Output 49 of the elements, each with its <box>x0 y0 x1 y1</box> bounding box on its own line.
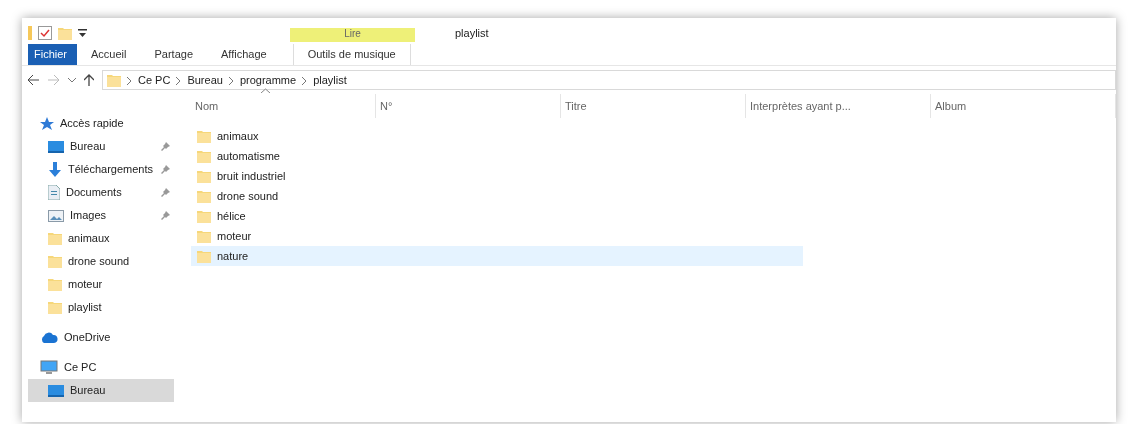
chevron-down-icon[interactable] <box>68 77 76 83</box>
file-row[interactable]: drone sound <box>191 186 803 206</box>
sidebar-item[interactable]: Documents <box>28 181 174 204</box>
breadcrumb-item[interactable]: playlist <box>313 71 347 89</box>
sidebar-item[interactable]: animaux <box>28 227 174 250</box>
sidebar-item[interactable]: drone sound <box>28 250 174 273</box>
up-arrow-icon[interactable] <box>84 74 94 86</box>
sidebar-item[interactable]: Bureau <box>28 379 174 402</box>
file-row[interactable]: hélice <box>191 206 803 226</box>
address-bar[interactable]: Ce PC Bureau programme playlist <box>102 70 1116 90</box>
sidebar-item[interactable]: OneDrive <box>28 326 174 349</box>
sidebar-item[interactable]: moteur <box>28 273 174 296</box>
ribbon-tab[interactable]: Accueil <box>77 44 141 65</box>
image-icon <box>48 209 64 222</box>
desktop-icon <box>48 140 64 153</box>
sidebar-item[interactable]: Images <box>28 204 174 227</box>
dropdown-icon[interactable] <box>78 28 87 38</box>
column-header[interactable]: Interprètes ayant p... <box>746 94 931 118</box>
ribbon-tab[interactable]: Partage <box>140 44 207 65</box>
document-icon <box>48 185 60 200</box>
sidebar-item[interactable]: Ce PC <box>28 356 174 379</box>
sidebar-item[interactable]: Accès rapide <box>28 112 174 135</box>
back-arrow-icon[interactable] <box>28 75 40 85</box>
column-header[interactable]: Album <box>931 94 1116 118</box>
star-icon <box>40 116 54 131</box>
file-row[interactable]: moteur <box>191 226 803 246</box>
cloud-icon <box>40 332 58 343</box>
properties-icon[interactable] <box>38 26 52 40</box>
column-header[interactable]: N° <box>376 94 561 118</box>
sidebar-item[interactable]: Bureau <box>28 135 174 158</box>
download-arrow-icon <box>48 161 62 178</box>
file-row[interactable]: automatisme <box>191 146 803 166</box>
computer-icon <box>40 360 58 375</box>
sidebar-item[interactable]: playlist <box>28 296 174 319</box>
ribbon-context-label: Lire <box>290 28 415 42</box>
breadcrumb-item[interactable]: programme <box>239 71 297 89</box>
breadcrumb-item[interactable]: Bureau <box>187 71 223 89</box>
desktop-icon <box>48 384 64 397</box>
sidebar-item[interactable]: Téléchargements <box>28 158 174 181</box>
ribbon-tab[interactable]: Outils de musique <box>292 44 411 65</box>
column-header[interactable]: Nom <box>191 94 376 118</box>
file-row[interactable]: animaux <box>191 126 803 146</box>
column-header[interactable]: Titre <box>561 94 746 118</box>
window-title: playlist <box>455 25 489 41</box>
ribbon-tab[interactable]: Fichier <box>28 44 77 65</box>
file-row[interactable]: nature <box>191 246 803 266</box>
ribbon-tab[interactable]: Affichage <box>207 44 281 65</box>
breadcrumb-item[interactable]: Ce PC <box>138 71 171 89</box>
file-row[interactable]: bruit industriel <box>191 166 803 186</box>
